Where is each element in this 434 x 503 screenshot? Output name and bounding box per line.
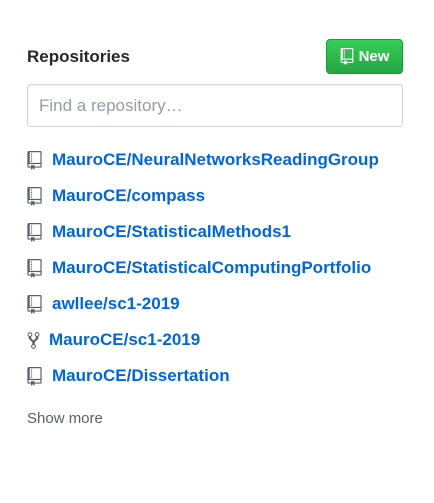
repositories-header: Repositories New [27, 39, 403, 74]
repository-link[interactable]: MauroCE/StatisticalMethods1 [52, 222, 291, 242]
repository-link[interactable]: MauroCE/sc1-2019 [49, 330, 200, 350]
repo-icon [27, 186, 47, 206]
list-item: MauroCE/compass [27, 178, 379, 214]
repository-link[interactable]: MauroCE/StatisticalComputingPortfolio [52, 258, 371, 278]
repo-icon [27, 222, 47, 242]
find-repository-input[interactable] [27, 84, 403, 127]
list-item: MauroCE/NeuralNetworksReadingGroup [27, 142, 379, 178]
list-item: awllee/sc1-2019 [27, 286, 379, 322]
repo-icon [27, 294, 47, 314]
repo-icon [27, 150, 47, 170]
repository-link[interactable]: awllee/sc1-2019 [52, 294, 180, 314]
list-item: MauroCE/StatisticalComputingPortfolio [27, 250, 379, 286]
new-repository-button[interactable]: New [326, 39, 403, 74]
list-item: MauroCE/sc1-2019 [27, 322, 379, 358]
repo-forked-icon [27, 330, 45, 350]
repository-link[interactable]: MauroCE/Dissertation [52, 366, 230, 386]
repository-link[interactable]: MauroCE/NeuralNetworksReadingGroup [52, 150, 379, 170]
list-item: MauroCE/Dissertation [27, 358, 379, 394]
repo-icon [340, 48, 354, 65]
show-more-link[interactable]: Show more [27, 410, 103, 428]
list-item: MauroCE/StatisticalMethods1 [27, 214, 379, 250]
repo-icon [27, 258, 47, 278]
repositories-title: Repositories [27, 47, 130, 66]
new-button-label: New [358, 48, 390, 65]
repository-link[interactable]: MauroCE/compass [52, 186, 205, 206]
repo-icon [27, 366, 47, 386]
repository-list: MauroCE/NeuralNetworksReadingGroup Mauro… [27, 142, 379, 394]
repositories-panel: Repositories New MauroCE/NeuralNetworksR… [0, 0, 434, 503]
